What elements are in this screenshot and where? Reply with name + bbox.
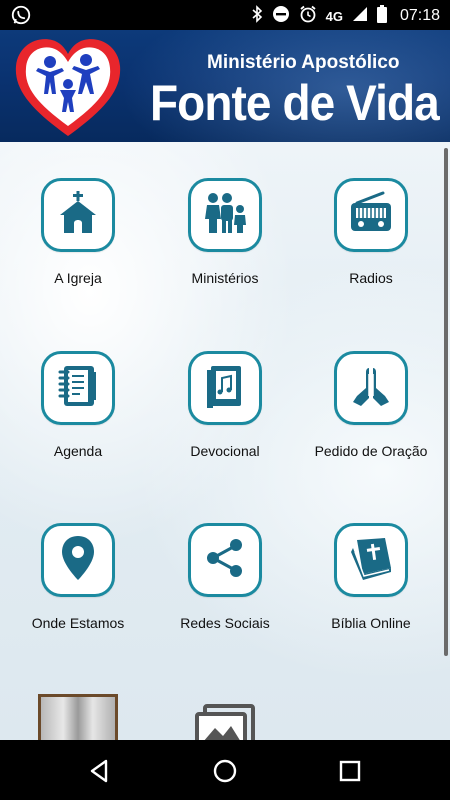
menu-item-pedido-de-oracao[interactable]: Pedido de Oração xyxy=(296,351,446,459)
do-not-disturb-icon xyxy=(272,5,290,27)
menu-item-a-igreja[interactable]: A Igreja xyxy=(3,178,153,286)
bible-photo-thumbnail xyxy=(38,694,118,740)
menu-item-label: A Igreja xyxy=(54,270,102,286)
icon-tile xyxy=(188,351,262,425)
header-title: Fonte de Vida xyxy=(150,75,440,131)
whatsapp-icon xyxy=(10,4,32,31)
navigation-bar xyxy=(0,740,450,800)
menu-item-label: Bíblia Online xyxy=(331,615,411,631)
menu-item-radios[interactable]: Radios xyxy=(296,178,446,286)
app-header: Ministério Apostólico Fonte de Vida xyxy=(0,30,450,142)
header-subtitle: Ministério Apostólico xyxy=(207,52,400,73)
menu-item-label: Agenda xyxy=(53,443,103,459)
battery-icon xyxy=(376,5,387,27)
bluetooth-icon xyxy=(251,5,263,27)
menu-item-redes-sociais[interactable]: Redes Sociais xyxy=(150,523,300,631)
church-icon xyxy=(54,189,102,242)
icon-tile xyxy=(334,523,408,597)
share-icon xyxy=(201,534,249,587)
network-type: 4G xyxy=(325,8,343,24)
icon-tile xyxy=(334,178,408,252)
signal-icon xyxy=(352,6,368,26)
menu-item-label: Pedido de Oração xyxy=(314,443,428,459)
menu-item-agenda[interactable]: Agenda xyxy=(3,351,153,459)
menu-item-label: Devocional xyxy=(190,443,260,459)
people-icon xyxy=(201,189,249,242)
scrollbar[interactable] xyxy=(444,148,448,656)
icon-tile xyxy=(41,523,115,597)
radio-icon xyxy=(347,189,395,242)
alarm-icon xyxy=(299,5,317,27)
bible-icon xyxy=(347,534,395,587)
home-icon[interactable] xyxy=(210,756,240,786)
menu-item-ministerios[interactable]: Ministérios xyxy=(150,178,300,286)
clock: 07:18 xyxy=(399,7,440,24)
menu-grid: A Igreja Ministérios Radios Agenda Devoc… xyxy=(0,142,450,740)
notebook-icon xyxy=(54,362,102,415)
menu-item-label: Redes Sociais xyxy=(180,615,270,631)
icon-tile xyxy=(41,178,115,252)
icon-tile xyxy=(41,351,115,425)
menu-item-label: Ministérios xyxy=(191,270,259,286)
status-bar: 4G 07:18 xyxy=(0,0,450,30)
gallery-icon xyxy=(193,704,257,740)
location-pin-icon xyxy=(54,534,102,587)
icon-tile xyxy=(188,178,262,252)
menu-item-devocional[interactable]: Devocional xyxy=(150,351,300,459)
heart-family-logo xyxy=(12,36,124,142)
back-icon[interactable] xyxy=(84,756,114,786)
menu-item-bible-photo[interactable] xyxy=(3,694,153,740)
menu-item-label: Radios xyxy=(349,270,393,286)
menu-item-biblia-online[interactable]: Bíblia Online xyxy=(296,523,446,631)
icon-tile xyxy=(334,351,408,425)
recents-icon[interactable] xyxy=(335,756,365,786)
icon-tile xyxy=(188,523,262,597)
menu-item-gallery[interactable] xyxy=(150,704,300,740)
praying-hands-icon xyxy=(347,362,395,415)
menu-item-onde-estamos[interactable]: Onde Estamos xyxy=(3,523,153,631)
menu-item-label: Onde Estamos xyxy=(31,615,125,631)
music-book-icon xyxy=(201,362,249,415)
